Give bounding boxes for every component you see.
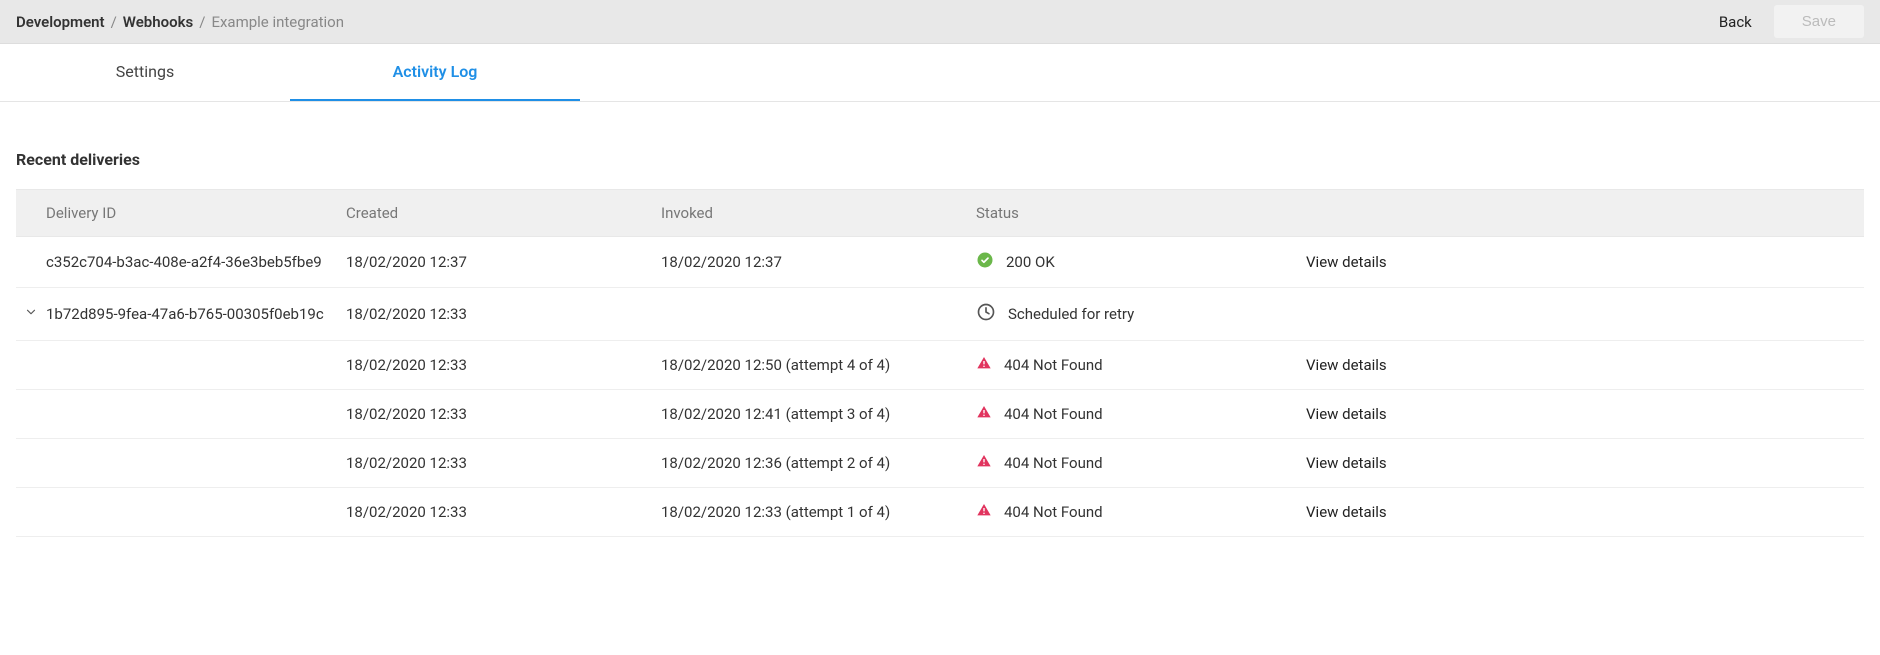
breadcrumb-current: Example integration bbox=[211, 13, 344, 31]
view-details-link[interactable]: View details bbox=[1306, 503, 1387, 521]
breadcrumb: Development / Webhooks / Example integra… bbox=[16, 13, 344, 31]
warning-icon bbox=[976, 502, 992, 522]
cell-created: 18/02/2020 12:33 bbox=[346, 454, 661, 472]
tab-activity-log[interactable]: Activity Log bbox=[290, 44, 580, 101]
table-row: 18/02/2020 12:33 18/02/2020 12:41 (attem… bbox=[16, 390, 1864, 439]
topbar: Development / Webhooks / Example integra… bbox=[0, 0, 1880, 44]
cell-invoked: 18/02/2020 12:36 (attempt 2 of 4) bbox=[661, 454, 976, 472]
header-delivery-id: Delivery ID bbox=[46, 204, 346, 222]
table-row: 18/02/2020 12:33 18/02/2020 12:50 (attem… bbox=[16, 341, 1864, 390]
check-circle-icon bbox=[976, 251, 994, 273]
cell-delivery-id: 1b72d895-9fea-47a6-b765-00305f0eb19c bbox=[46, 305, 346, 323]
breadcrumb-sep: / bbox=[111, 13, 117, 31]
header-status: Status bbox=[976, 204, 1306, 222]
breadcrumb-sep: / bbox=[199, 13, 205, 31]
header-created: Created bbox=[346, 204, 661, 222]
section-title: Recent deliveries bbox=[16, 150, 1864, 169]
cell-status-text: 404 Not Found bbox=[1004, 405, 1103, 423]
topbar-actions: Back Save bbox=[1709, 5, 1864, 38]
warning-icon bbox=[976, 404, 992, 424]
view-details-link[interactable]: View details bbox=[1306, 405, 1387, 423]
save-button[interactable]: Save bbox=[1774, 5, 1864, 38]
table-header: Delivery ID Created Invoked Status bbox=[16, 189, 1864, 237]
back-button[interactable]: Back bbox=[1709, 7, 1762, 37]
breadcrumb-development[interactable]: Development bbox=[16, 13, 105, 31]
warning-icon bbox=[976, 355, 992, 375]
tab-settings[interactable]: Settings bbox=[0, 44, 290, 101]
breadcrumb-webhooks[interactable]: Webhooks bbox=[123, 13, 193, 31]
header-invoked: Invoked bbox=[661, 204, 976, 222]
view-details-link[interactable]: View details bbox=[1306, 454, 1387, 472]
cell-status-text: Scheduled for retry bbox=[1008, 305, 1134, 323]
warning-icon bbox=[976, 453, 992, 473]
content: Recent deliveries Delivery ID Created In… bbox=[0, 102, 1880, 537]
view-details-link[interactable]: View details bbox=[1306, 253, 1387, 271]
cell-delivery-id: c352c704-b3ac-408e-a2f4-36e3beb5fbe9 bbox=[46, 253, 346, 271]
cell-status-text: 404 Not Found bbox=[1004, 454, 1103, 472]
table-row: 18/02/2020 12:33 18/02/2020 12:33 (attem… bbox=[16, 488, 1864, 537]
table-row: 1b72d895-9fea-47a6-b765-00305f0eb19c 18/… bbox=[16, 288, 1864, 341]
table-row: 18/02/2020 12:33 18/02/2020 12:36 (attem… bbox=[16, 439, 1864, 488]
cell-created: 18/02/2020 12:33 bbox=[346, 503, 661, 521]
view-details-link[interactable]: View details bbox=[1306, 356, 1387, 374]
cell-created: 18/02/2020 12:33 bbox=[346, 305, 661, 323]
clock-icon bbox=[976, 302, 996, 326]
chevron-down-icon[interactable] bbox=[24, 305, 38, 323]
cell-created: 18/02/2020 12:33 bbox=[346, 356, 661, 374]
cell-invoked: 18/02/2020 12:50 (attempt 4 of 4) bbox=[661, 356, 976, 374]
table-row: c352c704-b3ac-408e-a2f4-36e3beb5fbe9 18/… bbox=[16, 237, 1864, 288]
cell-created: 18/02/2020 12:33 bbox=[346, 405, 661, 423]
cell-invoked: 18/02/2020 12:41 (attempt 3 of 4) bbox=[661, 405, 976, 423]
cell-status-text: 404 Not Found bbox=[1004, 503, 1103, 521]
cell-created: 18/02/2020 12:37 bbox=[346, 253, 661, 271]
cell-invoked: 18/02/2020 12:37 bbox=[661, 253, 976, 271]
tabs: Settings Activity Log bbox=[0, 44, 1880, 102]
cell-invoked: 18/02/2020 12:33 (attempt 1 of 4) bbox=[661, 503, 976, 521]
cell-status-text: 404 Not Found bbox=[1004, 356, 1103, 374]
cell-status-text: 200 OK bbox=[1006, 253, 1055, 271]
